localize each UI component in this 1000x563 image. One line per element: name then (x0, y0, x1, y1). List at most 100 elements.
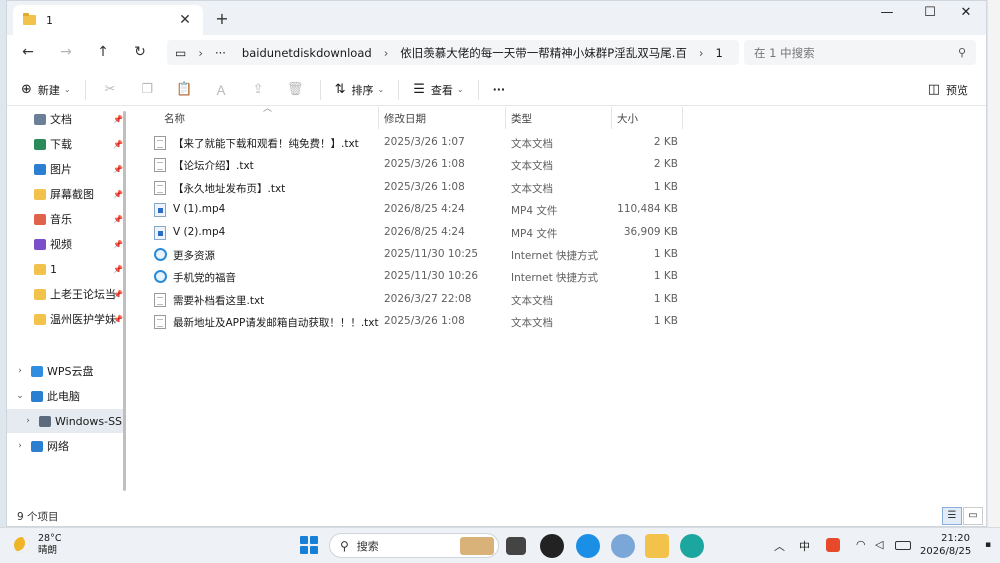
file-row[interactable]: 【永久地址发布页】.txt 2025/3/26 1:08 文本文档 1 KB (145, 177, 685, 199)
navigation-bar: ← → ↑ ↻ ▭ › ··· baidunetdiskdownload › 依… (7, 35, 986, 69)
sidebar-item-1[interactable]: 下载 📌 (7, 132, 125, 156)
qq-icon[interactable] (540, 534, 564, 558)
close-button[interactable]: ✕ (946, 1, 986, 25)
expander-icon[interactable]: › (13, 441, 27, 451)
expander-icon[interactable]: › (21, 416, 35, 426)
network-app-icon[interactable] (611, 534, 635, 558)
up-button[interactable]: ↑ (92, 42, 114, 62)
search-box[interactable]: ⚲ (744, 40, 976, 65)
breadcrumb-baidunetdiskdownload[interactable]: baidunetdiskdownload (234, 46, 380, 60)
column-size[interactable]: 大小 (617, 111, 638, 126)
details-view-button[interactable]: ☰ (942, 507, 962, 525)
preview-button[interactable]: ◫ 预览 (920, 78, 976, 102)
chevron-up-icon[interactable]: ︿ (774, 538, 785, 554)
wifi-icon[interactable]: ◠ (856, 538, 866, 551)
sidebar-item-5[interactable]: 视频 📌 (7, 232, 125, 256)
browser-icon[interactable] (576, 534, 600, 558)
drive-icon (39, 415, 51, 427)
file-row[interactable]: 【论坛介绍】.txt 2025/3/26 1:08 文本文档 2 KB (145, 154, 685, 176)
pin-icon: 📌 (113, 214, 123, 224)
file-row[interactable]: 【来了就能下载和观看！纯免费！】.txt 2025/3/26 1:07 文本文档 2 … (145, 132, 685, 154)
breadcrumb-folder[interactable]: 依旧羡慕大佬的每一天带一帮精神小妹群P淫乱双马尾.百 (392, 45, 695, 61)
file-row[interactable]: V (1).mp4 2026/8/25 4:24 MP4 文件 110,484 KB (145, 199, 685, 221)
column-divider[interactable] (378, 107, 379, 129)
file-type: MP4 文件 (511, 227, 558, 240)
column-divider[interactable] (682, 107, 683, 129)
search-input[interactable] (754, 45, 958, 60)
delete-icon[interactable]: 🗑 (277, 82, 314, 97)
more-options-button[interactable]: ··· (485, 78, 514, 102)
sidebar-tree-item-3[interactable]: › 网络 (7, 434, 125, 458)
volume-icon[interactable]: ◁ (875, 538, 883, 551)
forward-button[interactable]: → (55, 42, 77, 62)
sort-button[interactable]: ⇅ 排序 ⌄ (327, 78, 393, 102)
sidebar-item-4[interactable]: 音乐 📌 (7, 207, 125, 231)
tab-close-button[interactable]: ✕ (177, 12, 193, 28)
rename-icon[interactable]: Ａ (203, 80, 240, 99)
notification-icon[interactable]: ▪ (985, 540, 991, 550)
column-name[interactable]: 名称 (164, 111, 185, 126)
picture-icon (34, 163, 46, 175)
sidebar-item-0[interactable]: 文档 📌 (7, 107, 125, 131)
file-row[interactable]: 需要补档看这里.txt 2026/3/27 22:08 文本文档 1 KB (145, 289, 685, 311)
clock[interactable]: 21:20 2026/8/25 (920, 532, 971, 558)
computer-icon (31, 390, 43, 402)
taskbar-search[interactable]: ⚲ 搜索 (329, 533, 499, 558)
sidebar-item-3[interactable]: 屏幕截图 📌 (7, 182, 125, 206)
sidebar-tree-item-0[interactable]: › WPS云盘 (7, 359, 125, 383)
ime-indicator[interactable]: 中 (799, 538, 810, 554)
breadcrumb-current[interactable]: 1 (708, 46, 731, 60)
share-icon[interactable]: ⇪ (240, 82, 277, 97)
address-bar[interactable]: ▭ › ··· baidunetdiskdownload › 依旧羡慕大佬的每一… (167, 40, 739, 65)
copy-icon[interactable]: ❐ (129, 82, 166, 97)
new-tab-button[interactable]: + (212, 9, 232, 29)
file-row[interactable]: 更多资源 2025/11/30 10:25 Internet 快捷方式 1 KB (145, 244, 685, 266)
maximize-button[interactable]: ☐ (910, 1, 950, 25)
music-icon (34, 213, 46, 225)
column-divider[interactable] (611, 107, 612, 129)
sidebar-item-label: 音乐 (50, 213, 72, 226)
edge-icon[interactable] (680, 534, 704, 558)
back-button[interactable]: ← (17, 42, 39, 62)
mp4-file-icon (154, 203, 166, 218)
sidebar-scrollbar[interactable] (123, 111, 126, 491)
sidebar-item-2[interactable]: 图片 📌 (7, 157, 125, 181)
sidebar-item-6[interactable]: 1 📌 (7, 257, 125, 281)
weather-widget[interactable]: 28°C 晴朗 (14, 533, 61, 557)
column-type[interactable]: 类型 (511, 111, 532, 126)
refresh-button[interactable]: ↻ (129, 42, 151, 62)
view-button[interactable]: ☰ 查看 ⌄ (405, 78, 471, 102)
sidebar-tree-item-1[interactable]: ⌄ 此电脑 (7, 384, 125, 408)
new-button[interactable]: ⊕ 新建 ⌄ (13, 78, 79, 102)
breadcrumb-overflow[interactable]: ··· (207, 46, 234, 60)
sidebar-item-7[interactable]: 上老王论坛当 📌 (7, 282, 125, 306)
expander-icon[interactable]: ⌄ (13, 391, 27, 401)
command-bar: ⊕ 新建 ⌄ ✂ ❐ 📋 Ａ ⇪ 🗑 ⇅ 排序 ⌄ ☰ 查看 ⌄ ··· ◫ 预… (7, 74, 986, 106)
file-row[interactable]: V (2).mp4 2026/8/25 4:24 MP4 文件 36,909 KB (145, 222, 685, 244)
monitor-icon: ▭ (175, 45, 187, 60)
start-button[interactable] (300, 536, 318, 554)
tiles-view-button[interactable]: ▭ (963, 507, 983, 525)
file-row[interactable]: 手机党的福音 2025/11/30 10:26 Internet 快捷方式 1 KB (145, 266, 685, 288)
battery-icon[interactable] (895, 541, 911, 550)
file-name: 【永久地址发布页】.txt (173, 182, 286, 195)
search-icon: ⚲ (340, 538, 349, 553)
file-explorer-icon[interactable] (645, 534, 669, 558)
minimize-button[interactable]: — (867, 1, 907, 25)
cut-icon[interactable]: ✂ (92, 82, 129, 97)
paste-icon[interactable]: 📋 (166, 82, 203, 97)
expander-icon[interactable]: › (13, 366, 27, 376)
task-view-icon[interactable] (506, 537, 526, 555)
file-size: 1 KB (653, 315, 678, 328)
file-type: MP4 文件 (511, 205, 558, 218)
column-date[interactable]: 修改日期 (384, 111, 426, 126)
sidebar-item-8[interactable]: 温州医护学妹 📌 (7, 307, 125, 331)
file-type: 文本文档 (511, 138, 553, 150)
file-row[interactable]: 最新地址及APP请发邮箱自动获取！！！.txt 2025/3/26 1:08 文本文… (145, 311, 685, 333)
folder-icon (34, 263, 46, 275)
tab-1[interactable]: 1 ✕ (13, 5, 203, 35)
file-date: 2025/3/26 1:08 (384, 158, 465, 171)
wps-tray-icon[interactable] (826, 538, 840, 552)
column-divider[interactable] (505, 107, 506, 129)
sidebar-tree-item-2[interactable]: › Windows-SSD (7, 409, 125, 433)
